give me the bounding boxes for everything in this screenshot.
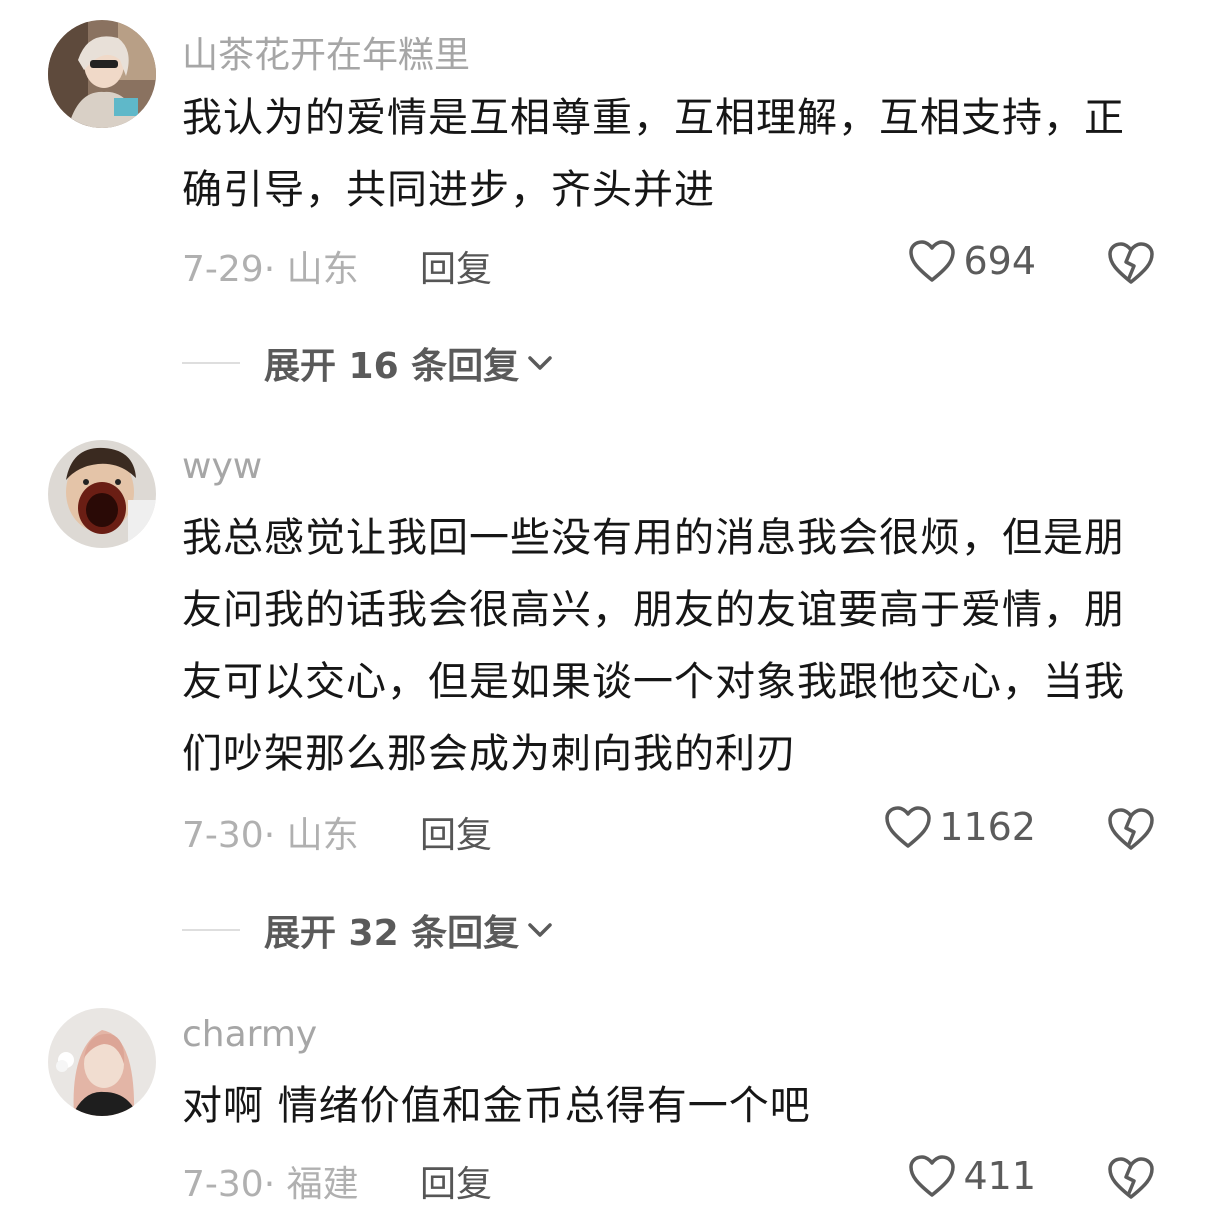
- heart-outline-icon: [907, 1153, 957, 1199]
- heart-outline-icon: [883, 804, 933, 850]
- avatar[interactable]: [48, 440, 156, 548]
- like-count: 411: [963, 1154, 1036, 1198]
- comment-text: 我认为的爱情是互相尊重，互相理解，互相支持，正确引导，共同进步，齐头并进: [182, 95, 1125, 213]
- expand-replies-label: 展开 32 条回复: [264, 913, 520, 954]
- username[interactable]: 山茶花开在年糕里: [182, 26, 470, 78]
- reply-button[interactable]: 回复: [420, 240, 492, 292]
- chevron-down-icon: [519, 915, 555, 945]
- expand-replies-label: 展开 16 条回复: [264, 346, 520, 387]
- divider: [182, 929, 240, 931]
- comment-meta: 7-30· 福建: [182, 1164, 359, 1205]
- username[interactable]: charmy: [182, 1014, 317, 1055]
- like-count: 1162: [939, 805, 1036, 849]
- expand-replies-button[interactable]: 展开 16 条回复: [182, 338, 555, 388]
- comment-meta: 7-30· 山东: [182, 815, 359, 856]
- dislike-button[interactable]: [1106, 806, 1156, 852]
- comment-text: 对啊 情绪价值和金币总得有一个吧: [182, 1083, 811, 1129]
- broken-heart-icon: [1106, 240, 1156, 286]
- expand-replies-button[interactable]: 展开 32 条回复: [182, 905, 555, 955]
- username[interactable]: wyw: [182, 446, 262, 487]
- like-button[interactable]: 694: [907, 238, 1036, 284]
- dislike-button[interactable]: [1106, 1155, 1156, 1201]
- avatar[interactable]: [48, 20, 156, 128]
- chevron-down-icon: [519, 348, 555, 378]
- like-button[interactable]: 411: [907, 1153, 1036, 1199]
- like-button[interactable]: 1162: [883, 804, 1036, 850]
- divider: [182, 362, 240, 364]
- avatar[interactable]: [48, 1008, 156, 1116]
- heart-outline-icon: [907, 238, 957, 284]
- broken-heart-icon: [1106, 806, 1156, 852]
- dislike-button[interactable]: [1106, 240, 1156, 286]
- reply-button[interactable]: 回复: [420, 806, 492, 858]
- comment-text: 我总感觉让我回一些没有用的消息我会很烦，但是朋友问我的话我会很高兴，朋友的友谊要…: [182, 515, 1125, 777]
- broken-heart-icon: [1106, 1155, 1156, 1201]
- like-count: 694: [963, 239, 1036, 283]
- comment-meta: 7-29· 山东: [182, 249, 359, 290]
- reply-button[interactable]: 回复: [420, 1155, 492, 1207]
